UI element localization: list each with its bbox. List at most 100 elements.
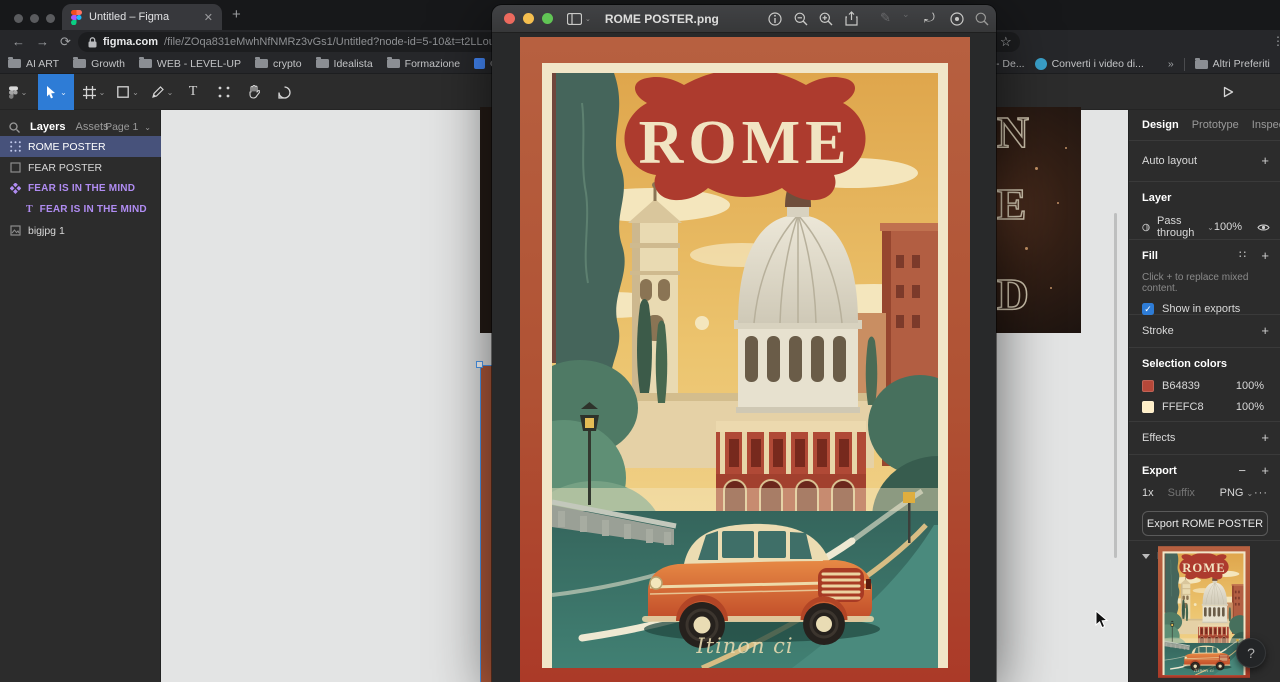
other-bookmarks-folder[interactable]: Altri Preferiti <box>1194 57 1270 70</box>
bookmark-item[interactable]: Formazione <box>386 57 460 70</box>
preview-app-window[interactable]: ⌄ ROME POSTER.png ✎ ⌄ ⤾ <box>492 5 996 682</box>
rotate-icon[interactable]: ⤾ <box>924 10 935 26</box>
folder-icon <box>8 57 21 68</box>
blend-mode-dropdown[interactable]: Pass through <box>1157 215 1204 239</box>
new-tab-button[interactable]: + <box>232 6 241 23</box>
color-opacity[interactable]: 100% <box>1236 401 1264 413</box>
selection-colors-title: Selection colors <box>1142 358 1227 370</box>
tab-prototype[interactable]: Prototype <box>1192 119 1239 131</box>
preview-title-bar[interactable]: ⌄ ROME POSTER.png ✎ ⌄ ⤾ <box>492 5 996 33</box>
export-section: Export − + 1x PNG ⌄ ··· Export ROME POST… <box>1129 455 1280 541</box>
auto-layout-section: Auto layout + <box>1129 141 1280 182</box>
minimize-traffic-light[interactable] <box>523 13 534 24</box>
bookmark-item[interactable]: WEB - LEVEL-UP <box>138 57 241 70</box>
layer-row-component[interactable]: FEAR IS IN THE MIND <box>0 178 161 199</box>
hand-icon <box>249 85 260 99</box>
window-zoom-button[interactable] <box>46 14 55 23</box>
layer-row-fear-poster[interactable]: FEAR POSTER <box>0 157 161 178</box>
present-button[interactable] <box>1216 74 1240 110</box>
bookmark-item[interactable]: crypto <box>254 57 302 70</box>
color-swatch-red[interactable] <box>1142 380 1154 392</box>
layer-row-rome-poster[interactable]: ROME POSTER <box>0 136 161 157</box>
add-stroke-button[interactable]: + <box>1261 323 1269 338</box>
selection-handle[interactable] <box>476 361 483 368</box>
markup-circle-icon[interactable] <box>950 12 964 26</box>
hand-tool[interactable] <box>240 74 268 110</box>
window-minimize-button[interactable] <box>30 14 39 23</box>
chevron-down-icon: ⌄ <box>20 87 28 97</box>
bookmark-item[interactable]: Converti i video di... <box>1034 58 1144 70</box>
bookmark-item[interactable]: AI ART <box>8 57 59 70</box>
layer-row-text-child[interactable]: T FEAR IS IN THE MIND <box>0 199 161 220</box>
share-icon[interactable] <box>845 11 858 26</box>
fear-poster-fragment[interactable]: N E D <box>995 107 1081 333</box>
search-icon[interactable] <box>975 12 989 26</box>
visibility-eye-icon[interactable] <box>1257 223 1270 232</box>
move-tool[interactable]: ⌄ <box>38 74 74 110</box>
bookmark-item[interactable]: - De... <box>996 58 1025 70</box>
bookmarks-overflow-chevron[interactable]: » <box>1168 58 1174 70</box>
help-button[interactable]: ? <box>1236 638 1266 668</box>
padlock-icon <box>88 36 97 47</box>
folder-icon <box>254 57 268 68</box>
browser-tab[interactable]: Untitled – Figma ✕ <box>62 4 222 30</box>
frame-tool[interactable]: ⌄ <box>78 74 110 110</box>
export-rome-poster-button[interactable]: Export ROME POSTER <box>1142 511 1268 536</box>
forward-icon[interactable]: → <box>36 34 49 49</box>
pen-tool[interactable]: ⌄ <box>146 74 178 110</box>
add-fill-button[interactable]: + <box>1261 248 1269 263</box>
close-traffic-light[interactable] <box>504 13 515 24</box>
remove-export-button[interactable]: − <box>1238 463 1246 478</box>
reload-icon[interactable]: ⟳ <box>60 34 71 50</box>
tab-assets[interactable]: Assets <box>75 121 108 133</box>
add-auto-layout-button[interactable]: + <box>1261 153 1269 168</box>
back-icon[interactable]: ← <box>12 34 25 49</box>
tab-inspect[interactable]: Inspect <box>1252 119 1280 131</box>
page-selector[interactable]: Page 1 ⌄ <box>105 121 151 133</box>
color-hex[interactable]: FFEFC8 <box>1162 401 1204 413</box>
zoom-traffic-light[interactable] <box>542 13 553 24</box>
comment-tool[interactable] <box>270 74 298 110</box>
show-in-exports-checkbox[interactable]: ✓ <box>1142 303 1154 315</box>
add-export-button[interactable]: + <box>1261 463 1269 478</box>
styles-grid-icon[interactable]: ∷ <box>1239 248 1247 261</box>
bookmark-star-icon[interactable]: ☆ <box>1000 34 1012 50</box>
fear-letter: D <box>996 270 1029 319</box>
zoom-out-icon[interactable] <box>794 12 808 26</box>
play-icon <box>1223 86 1233 98</box>
figma-main-menu[interactable]: ⌄ <box>0 74 36 110</box>
export-options-icon[interactable]: ··· <box>1254 487 1268 499</box>
bookmark-item[interactable]: Growth <box>73 57 125 70</box>
export-scale[interactable]: 1x <box>1142 487 1154 499</box>
fear-letter: E <box>996 180 1027 229</box>
window-close-button[interactable] <box>14 14 23 23</box>
info-icon[interactable] <box>768 12 782 26</box>
canvas-scrollbar[interactable] <box>1114 213 1117 558</box>
zoom-in-icon[interactable] <box>819 12 833 26</box>
export-format-dropdown[interactable]: PNG <box>1220 487 1244 499</box>
tab-layers[interactable]: Layers <box>30 121 65 133</box>
color-opacity[interactable]: 100% <box>1236 380 1264 392</box>
bookmark-item[interactable]: Idealista <box>315 57 373 70</box>
shape-tool[interactable]: ⌄ <box>112 74 144 110</box>
browser-menu-icon[interactable]: ⋮ <box>1272 34 1280 48</box>
add-effect-button[interactable]: + <box>1261 430 1269 445</box>
tab-design[interactable]: Design <box>1142 119 1179 131</box>
markup-pencil-icon[interactable]: ✎ <box>880 10 891 26</box>
search-icon[interactable] <box>9 121 20 133</box>
chevron-down-icon: ⌄ <box>60 87 67 97</box>
blend-mode-icon[interactable] <box>1142 222 1150 233</box>
color-swatch-cream[interactable] <box>1142 401 1154 413</box>
color-hex[interactable]: B64839 <box>1162 380 1200 392</box>
text-tool[interactable]: T <box>180 74 206 110</box>
layer-opacity-value[interactable]: 100% <box>1214 221 1242 233</box>
resources-tool[interactable] <box>210 74 238 110</box>
dots-grid-icon <box>218 86 230 98</box>
export-suffix-input[interactable] <box>1167 487 1214 499</box>
tab-close-icon[interactable]: ✕ <box>204 11 213 24</box>
layer-row-bigjpg[interactable]: bigjpg 1 <box>0 220 161 241</box>
text-layer-icon: T <box>26 204 33 215</box>
chevron-down-icon[interactable]: ⌄ <box>902 9 910 20</box>
sidebar-toggle-icon[interactable] <box>567 12 582 25</box>
calendar-icon <box>474 58 486 69</box>
